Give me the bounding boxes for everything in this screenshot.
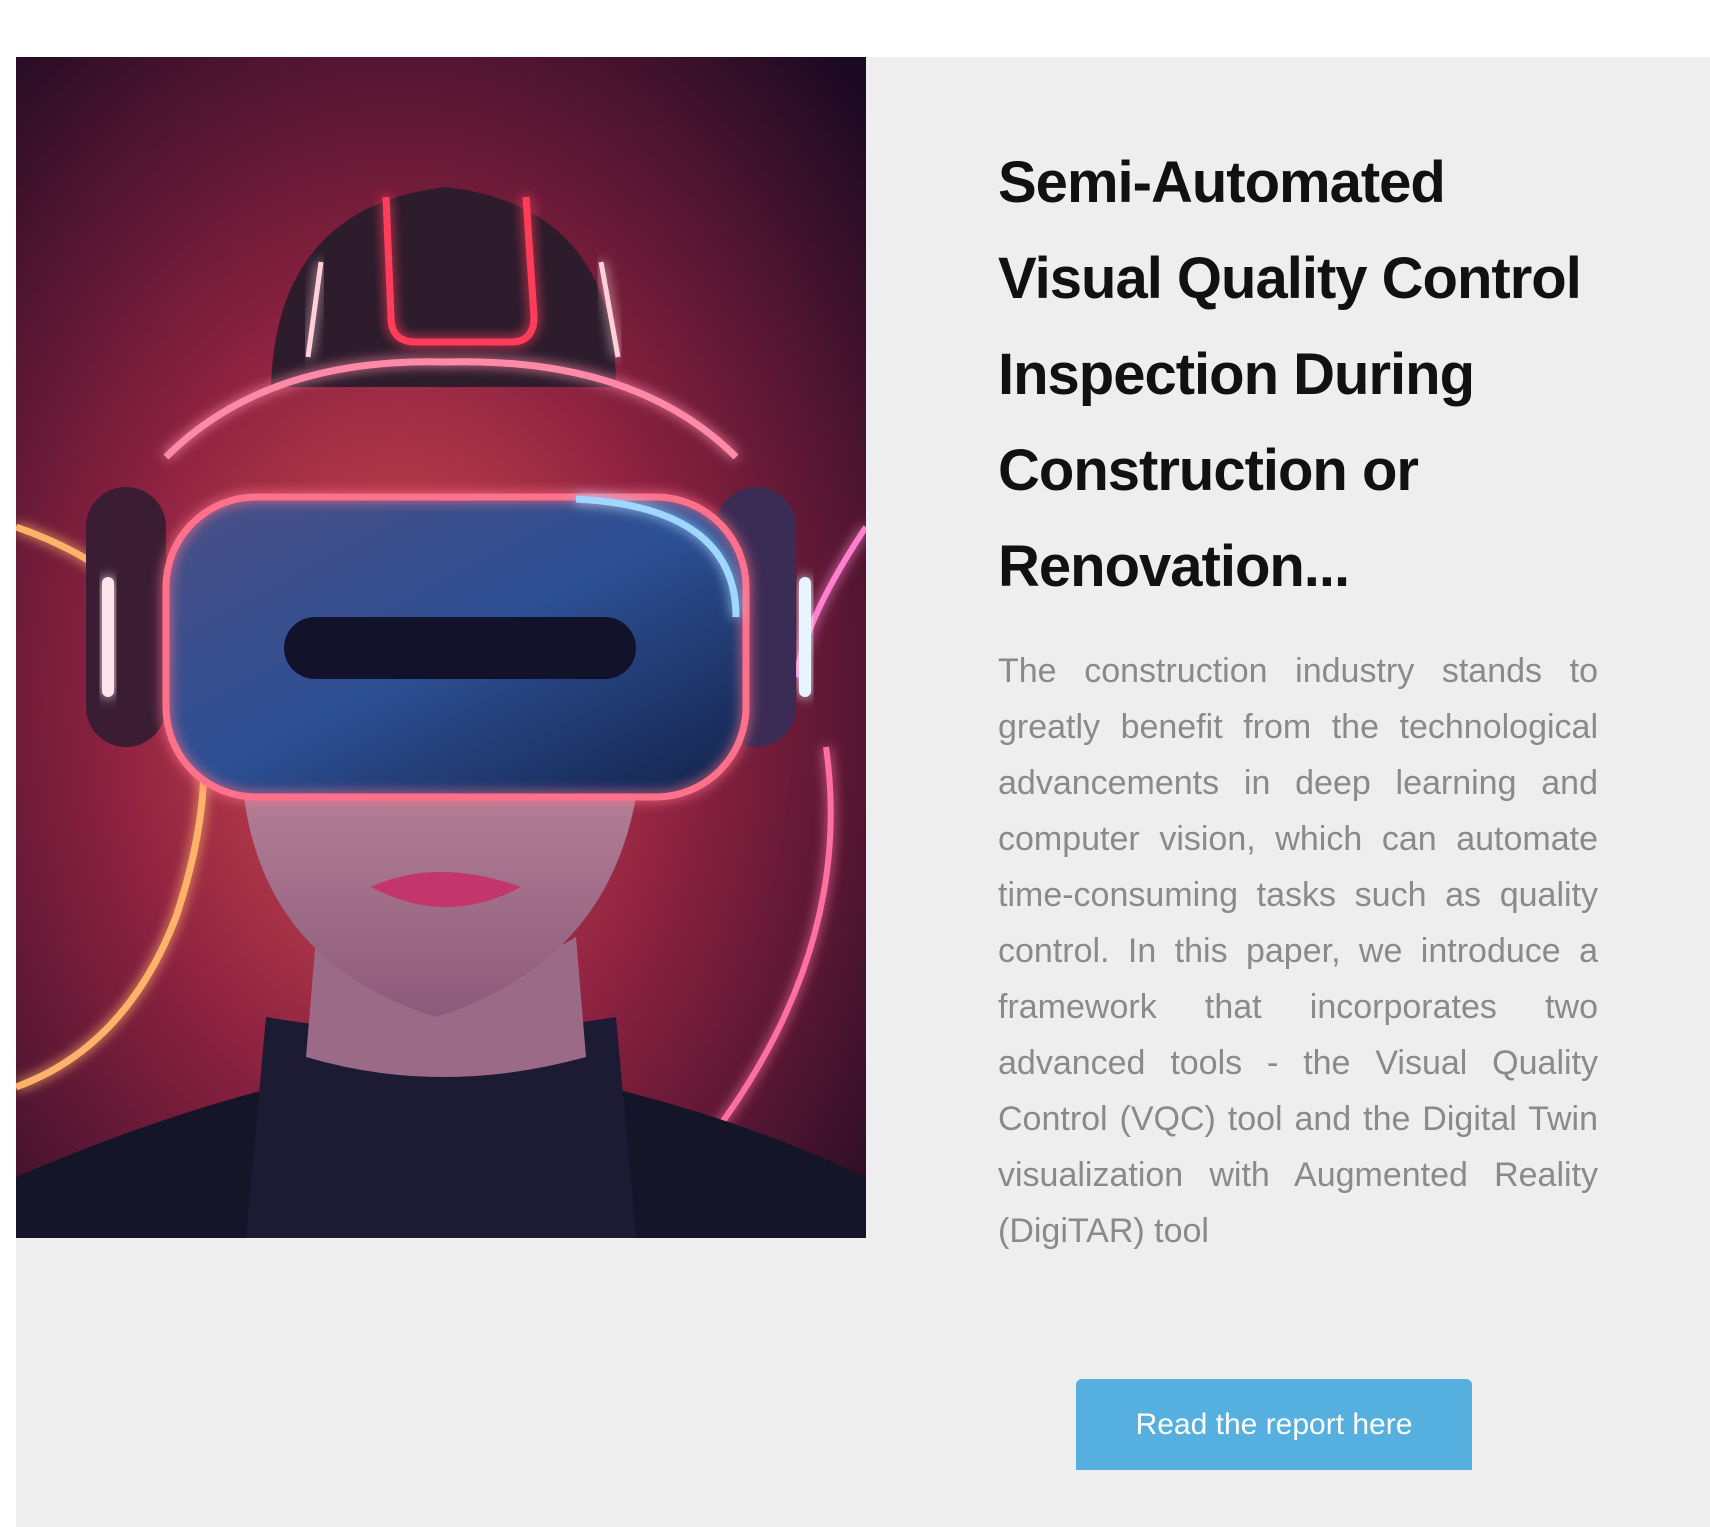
article-title: Semi-Automated Visual Quality Control In…	[998, 150, 1582, 599]
article-summary: The construction industry stands to grea…	[998, 652, 1598, 1250]
read-report-button[interactable]: Read the report here	[1076, 1379, 1472, 1470]
article-card: Semi-Automated Visual Quality Control In…	[16, 57, 1710, 1527]
vr-headset-illustration	[16, 57, 866, 1238]
article-content: Semi-Automated Visual Quality Control In…	[998, 135, 1598, 1259]
